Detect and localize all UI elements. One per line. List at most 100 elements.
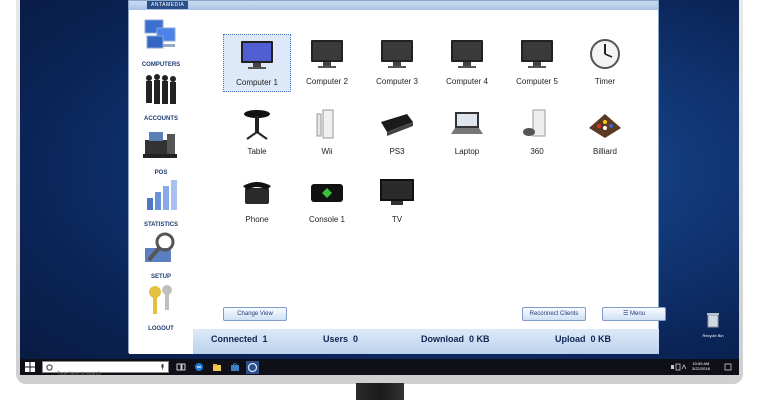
- windows-start-icon[interactable]: [25, 362, 35, 372]
- tile-computer-4[interactable]: Computer 4: [433, 34, 501, 92]
- tile-label: 360: [530, 147, 544, 156]
- monitor-icon: [311, 40, 343, 68]
- taskbar-search[interactable]: [42, 361, 169, 375]
- sidebar-item-logout[interactable]: LOGOUT: [133, 280, 189, 332]
- status-users: Users 0: [323, 334, 358, 344]
- search-input[interactable]: [57, 369, 157, 375]
- desktop-screen: ANTAMEDIA COMPUTERS ACCOUNTS POS STATIST…: [20, 0, 739, 375]
- tile-360[interactable]: 360: [503, 104, 571, 162]
- computers-icon: [144, 19, 176, 49]
- tile-console-1[interactable]: Console 1: [293, 172, 361, 230]
- reconnect-clients-button[interactable]: Reconnect Clients: [522, 307, 586, 321]
- task-view-icon[interactable]: [176, 362, 186, 372]
- device-grid: Computer 1 Computer 2 Computer 3 Compute…: [201, 22, 656, 312]
- tile-label: Computer 5: [516, 77, 558, 86]
- table-icon: [244, 110, 270, 140]
- edge-browser-icon[interactable]: [194, 362, 204, 372]
- file-explorer-icon[interactable]: [212, 362, 222, 372]
- recycle-bin-icon: [707, 313, 719, 328]
- clock-date: 3/22/2018: [692, 366, 710, 371]
- cortana-icon: [46, 364, 53, 371]
- monitor-stand: [356, 383, 404, 400]
- app-title-bar: ANTAMEDIA: [129, 1, 658, 10]
- sidebar-item-pos[interactable]: POS: [133, 124, 189, 176]
- clock-icon: [590, 39, 620, 69]
- menu-label: Menu: [630, 311, 646, 317]
- tile-label: Laptop: [454, 147, 480, 156]
- console-icon: [311, 184, 343, 202]
- laptop-icon: [451, 112, 483, 134]
- status-upload-value: 0 KB: [590, 334, 612, 344]
- status-upload-label: Upload: [555, 334, 586, 344]
- status-connected: Connected 1: [211, 334, 268, 344]
- brand-logo: ANTAMEDIA: [147, 1, 189, 9]
- status-upload: Upload 0 KB: [555, 334, 611, 344]
- sidebar-item-setup[interactable]: SETUP: [133, 228, 189, 280]
- status-download-label: Download: [421, 334, 464, 344]
- tile-label: Billiard: [592, 147, 617, 156]
- tile-computer-3[interactable]: Computer 3: [363, 34, 431, 92]
- tile-label: Console 1: [308, 215, 346, 224]
- tile-label: Computer 4: [446, 77, 488, 86]
- sidebar-item-statistics[interactable]: STATISTICS: [133, 176, 189, 228]
- antamedia-app-icon[interactable]: [246, 360, 259, 374]
- status-users-value: 0: [353, 334, 359, 344]
- recycle-bin-label: Recycle Bin: [702, 333, 724, 338]
- tile-label: Table: [247, 147, 267, 156]
- microphone-icon[interactable]: [160, 364, 165, 371]
- notifications-icon[interactable]: [724, 362, 732, 372]
- taskbar: 10:59 AM 3/22/2018: [20, 359, 739, 375]
- tile-ps3[interactable]: PS3: [363, 104, 431, 162]
- accounts-icon: [146, 74, 176, 104]
- sidebar-item-computers[interactable]: COMPUTERS: [133, 16, 189, 68]
- system-tray-icons[interactable]: [670, 362, 688, 372]
- status-download: Download 0 KB: [421, 334, 490, 344]
- status-download-value: 0 KB: [469, 334, 490, 344]
- wii-icon: [316, 109, 334, 139]
- statistics-icon: [147, 180, 177, 210]
- tile-timer[interactable]: Timer: [571, 34, 639, 92]
- phone-icon: [243, 182, 271, 204]
- bottom-toolbar: Change View Reconnect Clients ☰ Menu: [201, 307, 666, 323]
- monitor-icon: [381, 40, 413, 68]
- tile-computer-1[interactable]: Computer 1: [223, 34, 291, 92]
- tile-label: Computer 2: [306, 77, 348, 86]
- tile-computer-5[interactable]: Computer 5: [503, 34, 571, 92]
- status-connected-label: Connected: [211, 334, 258, 344]
- status-connected-value: 1: [262, 334, 268, 344]
- tile-label: Timer: [594, 77, 616, 86]
- tile-laptop[interactable]: Laptop: [433, 104, 501, 162]
- pos-icon: [143, 132, 177, 158]
- setup-icon: [145, 232, 175, 262]
- tile-phone[interactable]: Phone: [223, 172, 291, 230]
- ps3-icon: [381, 114, 413, 136]
- taskbar-clock[interactable]: 10:59 AM 3/22/2018: [692, 361, 710, 371]
- menu-button[interactable]: ☰ Menu: [602, 307, 666, 321]
- tile-wii[interactable]: Wii: [293, 104, 361, 162]
- sidebar-item-accounts[interactable]: ACCOUNTS: [133, 70, 189, 122]
- monitor-icon: [521, 40, 553, 68]
- app-window: ANTAMEDIA COMPUTERS ACCOUNTS POS STATIST…: [128, 0, 666, 354]
- monitor-icon: [451, 40, 483, 68]
- tile-label: Computer 3: [376, 77, 418, 86]
- billiard-icon: [589, 114, 621, 138]
- tile-table[interactable]: Table: [223, 104, 291, 162]
- status-users-label: Users: [323, 334, 349, 344]
- change-view-button[interactable]: Change View: [223, 307, 287, 321]
- menu-icon: ☰: [622, 311, 631, 317]
- tile-billiard[interactable]: Billiard: [571, 104, 639, 162]
- tv-icon: [380, 179, 414, 205]
- recycle-bin-shortcut[interactable]: Recycle Bin: [698, 312, 728, 338]
- monitor-icon: [241, 41, 273, 69]
- sidebar-item-label: COMPUTERS: [141, 62, 181, 68]
- tile-computer-2[interactable]: Computer 2: [293, 34, 361, 92]
- tile-label: TV: [391, 215, 403, 224]
- xbox360-icon: [523, 109, 546, 137]
- tile-label: Computer 1: [236, 78, 278, 87]
- sidebar: COMPUTERS ACCOUNTS POS STATISTICS SETUP …: [129, 10, 193, 354]
- sidebar-item-label: LOGOUT: [148, 326, 174, 332]
- tile-label: Phone: [245, 215, 269, 224]
- tile-tv[interactable]: TV: [363, 172, 431, 230]
- store-icon[interactable]: [230, 362, 240, 372]
- monitor-bezel: ANTAMEDIA COMPUTERS ACCOUNTS POS STATIST…: [16, 0, 743, 384]
